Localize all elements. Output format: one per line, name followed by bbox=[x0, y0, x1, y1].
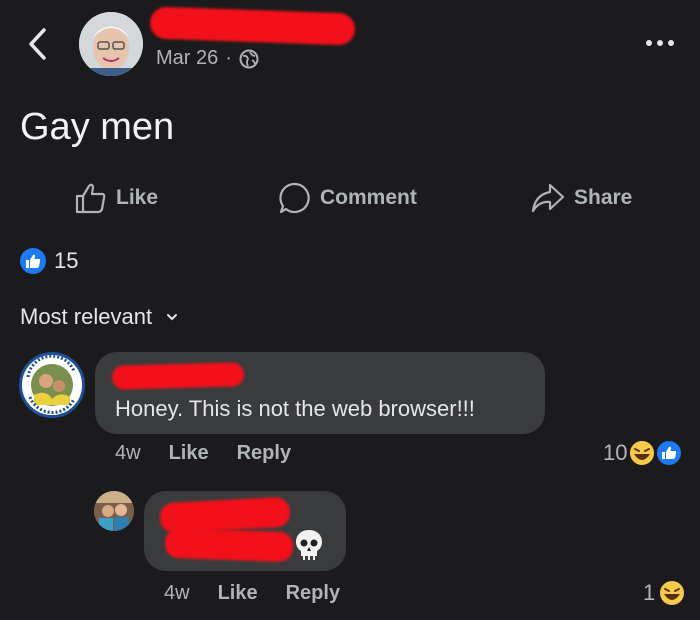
reply-commenter-photo bbox=[94, 491, 134, 531]
comment-sort-dropdown[interactable]: Most relevant bbox=[20, 304, 178, 330]
share-label: Share bbox=[574, 186, 633, 209]
comment-actions: 4w Like Reply bbox=[115, 442, 291, 465]
commenter-photo bbox=[22, 355, 82, 415]
dot-icon bbox=[657, 40, 663, 46]
meta-separator: · bbox=[225, 47, 232, 69]
laughing-emoji-icon bbox=[628, 439, 657, 467]
post-meta: Mar 26 · bbox=[156, 47, 259, 70]
share-button[interactable]: Share bbox=[530, 178, 632, 218]
comment-like-button[interactable]: Like bbox=[169, 442, 209, 465]
reply-reaction-count: 1 bbox=[643, 580, 656, 605]
reply-actions: 4w Like Reply bbox=[164, 582, 340, 605]
comment-reactions[interactable]: 10 bbox=[603, 438, 685, 468]
reply-like-button[interactable]: Like bbox=[218, 582, 258, 605]
dot-icon bbox=[646, 40, 652, 46]
like-button[interactable]: Like bbox=[74, 178, 158, 218]
thumbs-up-outline-icon bbox=[75, 183, 106, 214]
reply-reactions[interactable]: 1 bbox=[643, 578, 687, 608]
laughing-emoji-icon bbox=[658, 579, 687, 607]
reaction-summary[interactable]: 15 bbox=[20, 248, 78, 274]
post-text: Gay men bbox=[20, 106, 175, 148]
reply-commenter-avatar[interactable] bbox=[94, 491, 134, 531]
commenter-name-redaction bbox=[111, 362, 245, 390]
comment-bubble-icon bbox=[279, 182, 310, 214]
reply-reply-button[interactable]: Reply bbox=[286, 582, 340, 605]
skull-emoji-icon bbox=[294, 528, 324, 562]
sort-label: Most relevant bbox=[20, 304, 153, 329]
commenter-avatar[interactable] bbox=[19, 352, 85, 418]
comment-reply-button[interactable]: Reply bbox=[237, 442, 291, 465]
comment-reaction-count: 10 bbox=[603, 440, 628, 465]
back-button[interactable] bbox=[22, 24, 54, 64]
chevron-left-icon bbox=[29, 28, 46, 60]
reply-name-redaction bbox=[164, 527, 294, 563]
thumbs-up-icon bbox=[20, 248, 46, 274]
like-label: Like bbox=[116, 186, 159, 209]
more-options-button[interactable] bbox=[640, 32, 680, 54]
share-arrow-icon bbox=[531, 183, 565, 213]
author-avatar[interactable] bbox=[79, 12, 143, 76]
dot-icon bbox=[668, 40, 674, 46]
thumbs-up-icon bbox=[655, 439, 684, 467]
comment-text: Honey. This is not the web browser!!! bbox=[115, 396, 475, 421]
reply-age: 4w bbox=[164, 582, 190, 604]
post-date: Mar 26 bbox=[156, 47, 219, 69]
comment-age: 4w bbox=[115, 442, 141, 464]
comment-button[interactable]: Comment bbox=[278, 178, 417, 218]
author-photo bbox=[79, 12, 143, 76]
globe-icon bbox=[239, 49, 259, 68]
chevron-down-icon bbox=[167, 314, 178, 321]
reaction-icons bbox=[628, 439, 684, 467]
comment-label: Comment bbox=[320, 186, 417, 209]
author-name-redaction bbox=[149, 6, 356, 46]
reaction-count: 15 bbox=[54, 248, 79, 273]
